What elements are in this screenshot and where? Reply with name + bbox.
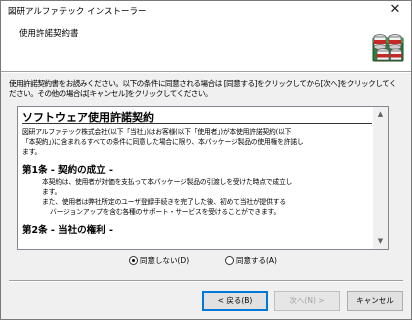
instructions-line-1: 使用許諾契約書をお読みください。以下の条件に同意される場合は [同意する]をクリ…	[9, 79, 397, 88]
radio-agree[interactable]: 同意する(A)	[225, 254, 277, 268]
license-intro-line-1: 図研アルファテック株式会社(以下「当社」)はお客様(以下「使用者」)が本使用許諾…	[22, 128, 292, 136]
instructions-text: 使用許諾契約書をお読みください。以下の条件に同意される場合は [同意する]をクリ…	[9, 79, 405, 98]
back-button[interactable]: < 戻る(B)	[202, 291, 268, 311]
radio-disagree[interactable]: 同意しない(D)	[129, 254, 189, 268]
radio-disagree-indicator[interactable]	[129, 255, 138, 265]
article-1-paragraph-1a: 本契約は、使用者が対価を支払って本パッケージ製品の引渡しを受けた時点で成立し	[42, 178, 293, 186]
radio-agree-indicator[interactable]	[225, 255, 234, 265]
license-content: ソフトウェア使用許諾契約 図研アルファテック株式会社(以下「当社」)はお客様(以…	[22, 109, 374, 237]
next-button[interactable]: 次へ(N) >	[274, 291, 340, 311]
page-title: 使用許諾契約書	[19, 29, 79, 39]
footer-divider	[9, 280, 403, 282]
radio-agree-label: 同意する(A)	[236, 256, 277, 265]
title-bar: 図研アルファテック インストーラー ✕	[1, 1, 411, 21]
license-intro-line-2: 「本契約」)に含まれるすべての条件に同意した場合に限り、本パッケージ製品の使用権…	[22, 138, 304, 146]
article-1-paragraph-2a: また、使用者は弊社所定のユーザ登録手続きを完了した後、初めて当社が提供する	[42, 198, 286, 206]
cancel-button[interactable]: キャンセル	[347, 291, 403, 311]
article-1-paragraph-2b: バージョンアップを含む各種のサポート・サービスを受けることができます。	[50, 208, 281, 216]
radio-disagree-label: 同意しない(D)	[140, 256, 190, 265]
license-intro-line-3: ます。	[22, 148, 42, 156]
installer-package-icon	[371, 29, 405, 63]
license-text-box[interactable]: ソフトウェア使用許諾契約 図研アルファテック株式会社(以下「当社」)はお客様(以…	[17, 106, 389, 250]
instructions-line-2: ださい。その他の場合は[キャンセル]をクリックしてください。	[9, 88, 213, 98]
wizard-header: 使用許諾契約書	[1, 21, 411, 71]
scroll-up-arrow-icon[interactable]: ▲	[373, 107, 388, 122]
close-button[interactable]: ✕	[379, 1, 411, 21]
license-scrollbar[interactable]: ▲ ▼	[373, 107, 388, 249]
header-divider	[1, 71, 411, 73]
article-2-heading: 第2条 - 当社の権利 -	[22, 225, 113, 236]
license-title: ソフトウェア使用許諾契約	[22, 109, 372, 124]
article-1-paragraph-1b: ます。	[42, 188, 62, 196]
installer-window: 図研アルファテック インストーラー ✕ 使用許諾契約書 使用許諾契約書をお読みく…	[0, 0, 412, 320]
article-1-heading: 第1条 - 契約の成立 -	[22, 165, 113, 176]
window-title: 図研アルファテック インストーラー	[8, 7, 147, 17]
scroll-down-arrow-icon[interactable]: ▼	[373, 234, 388, 249]
